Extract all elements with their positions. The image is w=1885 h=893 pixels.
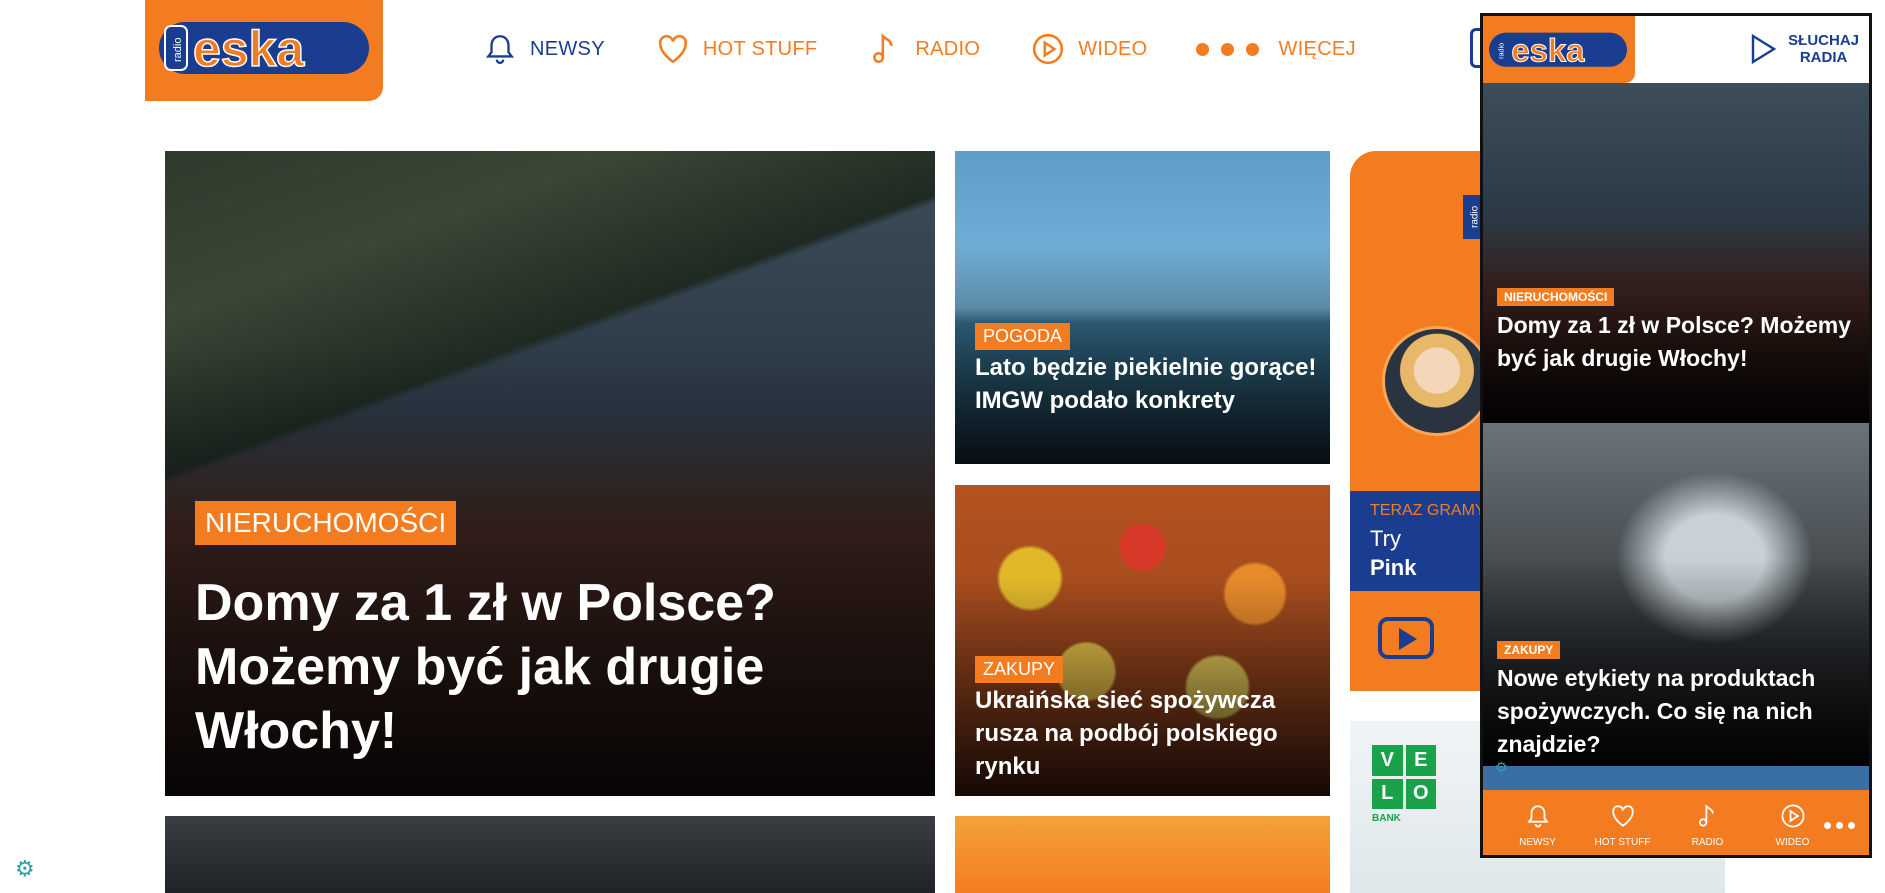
logo-box[interactable]: radio eska — [145, 0, 383, 101]
bell-icon — [1526, 805, 1549, 828]
nav-item-wiecej[interactable]: WIĘCEJ — [1195, 37, 1356, 61]
article-title[interactable]: Lato będzie piekielnie gorące! IMGW poda… — [975, 351, 1320, 417]
now-playing-artist: Try — [1370, 526, 1401, 551]
more-dots-icon[interactable] — [1819, 822, 1855, 829]
article-image — [955, 816, 1330, 893]
radio-player-widget[interactable]: radio TERAZ GRAMY Try Pink — [1350, 151, 1490, 691]
mobile-article[interactable]: NIERUCHOMOŚCI Domy za 1 zł w Polsce? Moż… — [1483, 83, 1869, 417]
listen-radio-button[interactable]: SŁUCHAJ RADIA — [1748, 32, 1859, 66]
side-article[interactable]: POGODA Lato będzie piekielnie gorące! IM… — [955, 151, 1330, 464]
now-playing-label: TERAZ GRAMY — [1370, 502, 1486, 519]
nav-item-radio[interactable]: RADIO — [865, 29, 980, 69]
logo-eska-text: eska — [193, 21, 305, 77]
play-icon — [1748, 33, 1778, 65]
nav-item-newsy[interactable]: NEWSY — [480, 29, 605, 69]
mobile-preview: radio eska SŁUCHAJ RADIA NIERUCHOMOŚCI D… — [1480, 13, 1872, 858]
nav-item-hot-stuff[interactable]: HOT STUFF — [653, 29, 818, 69]
dots-icon — [1195, 42, 1271, 56]
svg-text:eska: eska — [1511, 31, 1585, 68]
side-article[interactable]: ZAKUPY Ukraińska sieć spożywcza rusza na… — [955, 485, 1330, 796]
logo-radio-text: radio — [172, 38, 184, 62]
article-card[interactable] — [955, 816, 1330, 893]
nav-label: WIĘCEJ — [1278, 37, 1356, 60]
mobile-tab-hot-stuff[interactable]: HOT STUFF — [1580, 803, 1665, 848]
heart-icon — [1611, 805, 1634, 827]
mobile-logo-box[interactable]: radio eska — [1483, 16, 1635, 83]
gear-icon[interactable]: ⚙ — [1495, 760, 1508, 774]
article-title[interactable]: Domy za 1 zł w Polsce? Możemy być jak dr… — [195, 571, 915, 763]
now-playing-song: Pink — [1370, 555, 1417, 580]
nav-item-wideo[interactable]: WIDEO — [1028, 29, 1147, 69]
mobile-bottom-nav: NEWSY HOT STUFF RADIO WIDEO — [1483, 790, 1869, 855]
article-title[interactable]: Nowe etykiety na produktach spożywczych.… — [1497, 662, 1857, 760]
heart-icon — [653, 29, 693, 69]
mobile-tab-newsy[interactable]: NEWSY — [1495, 803, 1580, 848]
velo-logo: VE LO — [1372, 745, 1436, 809]
eska-logo: radio eska — [1489, 22, 1627, 76]
nav-label: HOT STUFF — [702, 37, 818, 60]
mobile-article[interactable]: ZAKUPY Nowe etykiety na produktach spoży… — [1483, 423, 1869, 760]
youtube-play-icon[interactable] — [1378, 617, 1434, 659]
mobile-header: radio eska SŁUCHAJ RADIA — [1483, 16, 1869, 83]
featured-article[interactable]: NIERUCHOMOŚCI Domy za 1 zł w Polsce? Moż… — [165, 151, 935, 796]
host-avatar — [1382, 326, 1490, 436]
play-circle-icon — [1781, 804, 1804, 828]
tab-label: WIDEO — [1775, 837, 1810, 848]
main-nav: NEWSY HOT STUFF RADIO WIDEO WIĘCEJ — [480, 26, 1404, 72]
eska-logo[interactable]: radio eska — [159, 14, 369, 80]
category-tag[interactable]: ZAKUPY — [975, 656, 1064, 683]
velo-subtitle: BANK — [1372, 813, 1401, 824]
tab-label: RADIO — [1691, 837, 1724, 848]
bell-icon — [480, 29, 520, 69]
category-tag[interactable]: POGODA — [975, 323, 1071, 350]
category-tag[interactable]: NIERUCHOMOŚCI — [195, 501, 457, 545]
gear-icon[interactable]: ⚙ — [15, 858, 37, 880]
music-note-icon — [1698, 804, 1714, 827]
article-card[interactable] — [165, 816, 935, 893]
tab-label: HOT STUFF — [1594, 837, 1651, 848]
music-note-icon — [865, 29, 905, 69]
svg-text:radio: radio — [1496, 43, 1505, 59]
play-circle-icon — [1028, 29, 1068, 69]
article-title[interactable]: Ukraińska sieć spożywcza rusza na podbój… — [975, 684, 1320, 783]
article-image — [165, 816, 935, 893]
nav-label: NEWSY — [530, 37, 605, 60]
listen-label: SŁUCHAJ RADIA — [1788, 32, 1859, 66]
article-title[interactable]: Domy za 1 zł w Polsce? Możemy być jak dr… — [1497, 309, 1857, 375]
nav-label: RADIO — [915, 37, 981, 60]
mobile-tab-radio[interactable]: RADIO — [1665, 803, 1750, 848]
nav-label: WIDEO — [1078, 37, 1148, 60]
category-tag[interactable]: NIERUCHOMOŚCI — [1497, 288, 1615, 306]
category-tag[interactable]: ZAKUPY — [1497, 641, 1561, 659]
tab-label: NEWSY — [1519, 837, 1556, 848]
article-card[interactable] — [1483, 766, 1869, 790]
